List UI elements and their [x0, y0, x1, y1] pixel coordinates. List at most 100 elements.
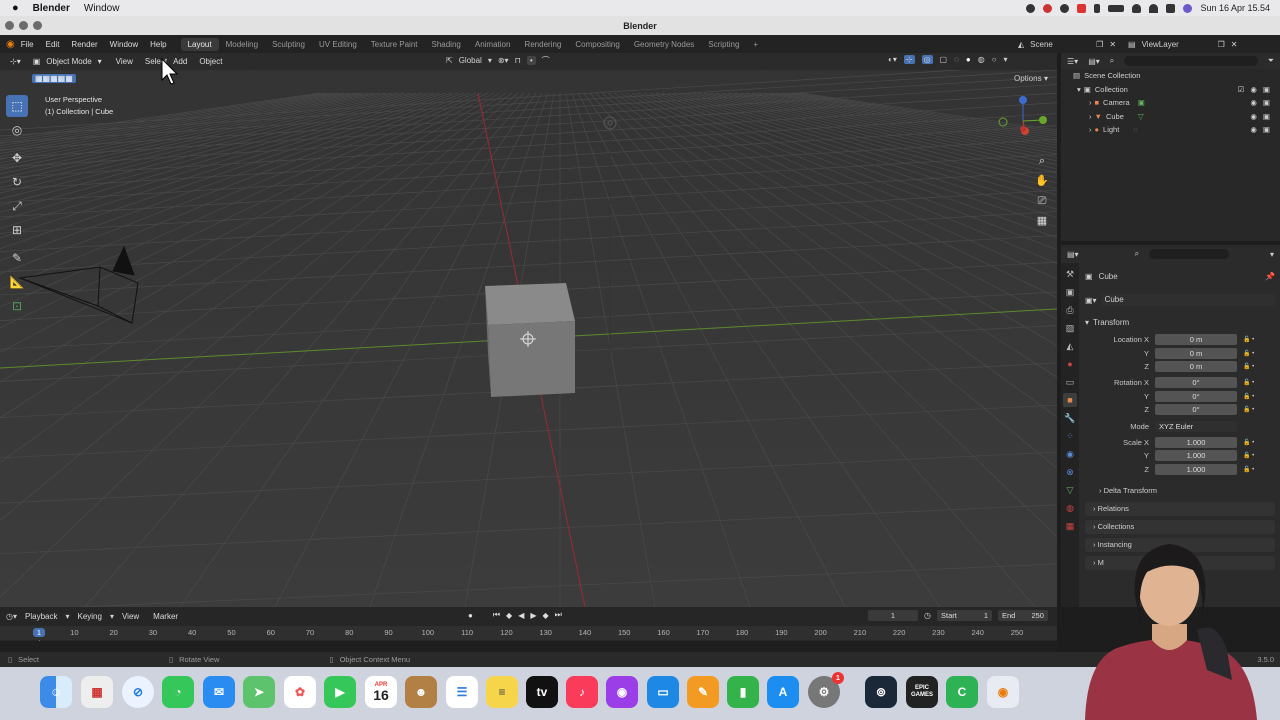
- tree-item-light[interactable]: › ● Light ◌ ◉ ▣: [1073, 123, 1280, 137]
- tab-rendering[interactable]: Rendering: [517, 38, 568, 51]
- timeline-menu-marker[interactable]: Marker: [147, 611, 184, 622]
- timeline-track[interactable]: [0, 641, 1057, 652]
- bluetooth-icon[interactable]: [1094, 3, 1101, 13]
- app-menu-name[interactable]: Blender: [33, 3, 70, 14]
- tree-item-camera[interactable]: › ■ Camera ▣ ◉ ▣: [1073, 96, 1280, 110]
- transform-value-field[interactable]: 0°: [1155, 390, 1237, 402]
- lock-icon[interactable]: 🔓 •: [1243, 350, 1254, 357]
- pages-icon[interactable]: ✎: [687, 676, 719, 708]
- output-tab-icon[interactable]: ⎙: [1063, 303, 1077, 317]
- expand-icon[interactable]: ›: [1089, 110, 1092, 124]
- new-scene-icon[interactable]: ❐: [1096, 40, 1103, 49]
- object-tab-icon[interactable]: ■: [1063, 393, 1077, 407]
- xray-icon[interactable]: ▢: [940, 55, 948, 64]
- app-store-icon[interactable]: A: [767, 676, 799, 708]
- select-mode-icons[interactable]: ▦▦▦▦▦: [32, 73, 76, 83]
- chevron-down-icon[interactable]: ▾: [1270, 250, 1274, 259]
- viewlayer-name[interactable]: ViewLayer: [1142, 40, 1212, 49]
- camera-render-icon[interactable]: ▣: [1263, 110, 1270, 124]
- lock-icon[interactable]: 🔓 •: [1243, 406, 1254, 413]
- snap-icon[interactable]: ⊓: [515, 56, 521, 65]
- transform-value-field[interactable]: 0°: [1155, 404, 1237, 416]
- apple-tv-icon[interactable]: tv: [526, 676, 558, 708]
- eye-icon[interactable]: ◉: [1250, 83, 1257, 97]
- scale-icon[interactable]: ⤢: [6, 195, 28, 217]
- podcasts-icon[interactable]: ◉: [606, 676, 638, 708]
- numbers-icon[interactable]: ▮: [727, 676, 759, 708]
- panel-section-header[interactable]: › Delta Transform: [1085, 484, 1275, 498]
- wireframe-shading-icon[interactable]: ◌: [954, 55, 959, 64]
- orientation-dropdown[interactable]: Global: [459, 56, 482, 65]
- display-mode-icon[interactable]: ▤▾: [1088, 57, 1100, 66]
- blender-logo-icon[interactable]: ◉: [6, 39, 15, 50]
- lock-icon[interactable]: 🔓 •: [1243, 336, 1254, 343]
- navigation-gizmo[interactable]: [995, 93, 1050, 143]
- transform-value-field[interactable]: 0 m: [1155, 360, 1237, 372]
- expand-icon[interactable]: ›: [1089, 123, 1092, 137]
- pivot-icon[interactable]: ⊗▾: [498, 56, 509, 65]
- viewport-menu-view[interactable]: View: [110, 56, 139, 67]
- object-type-icon[interactable]: ▣▾: [1085, 296, 1097, 305]
- constraints-tab-icon[interactable]: ⊗: [1063, 465, 1077, 479]
- rotate-icon[interactable]: ↻: [6, 171, 28, 193]
- lock-icon[interactable]: 🔓 •: [1243, 363, 1254, 370]
- timeline-menu-playback[interactable]: Playback: [19, 611, 63, 622]
- hand-pan-icon[interactable]: ✋: [1034, 171, 1050, 191]
- menu-file[interactable]: File: [15, 40, 40, 49]
- eye-icon[interactable]: ◉: [1250, 123, 1257, 137]
- gitmind-icon[interactable]: C: [946, 676, 978, 708]
- safari-icon[interactable]: ⊘: [122, 676, 154, 708]
- tab-compositing[interactable]: Compositing: [568, 38, 626, 51]
- perspective-toggle-icon[interactable]: ▦: [1034, 211, 1050, 231]
- eye-icon[interactable]: ◉: [1250, 96, 1257, 110]
- headphones-icon[interactable]: [1132, 3, 1142, 13]
- camera-render-icon[interactable]: ▣: [1263, 96, 1270, 110]
- properties-editor-icon[interactable]: ▤▾: [1067, 250, 1079, 259]
- tab-geometry-nodes[interactable]: Geometry Nodes: [627, 38, 701, 51]
- overlay-icon[interactable]: ◎: [921, 55, 933, 64]
- facetime-icon[interactable]: ▶: [324, 676, 356, 708]
- object-name-field[interactable]: Cube: [1100, 294, 1275, 306]
- messages-icon[interactable]: ◔: [162, 676, 194, 708]
- tab-layout[interactable]: Layout: [180, 37, 219, 51]
- record-icon[interactable]: [1043, 3, 1053, 13]
- recording-stop-icon[interactable]: [1077, 3, 1087, 13]
- next-keyframe-icon[interactable]: ◆: [543, 611, 549, 620]
- 3d-viewport[interactable]: ⊹▾ ▣ Object Mode ▾ View Select Add Objec…: [0, 53, 1057, 607]
- editor-type-icon[interactable]: ⊹▾: [4, 56, 27, 67]
- physics-tab-icon[interactable]: ◉: [1063, 447, 1077, 461]
- lock-icon[interactable]: 🔓 •: [1243, 393, 1254, 400]
- world-tab-icon[interactable]: ●: [1063, 357, 1077, 371]
- proportional-edit-icon[interactable]: •: [526, 56, 536, 65]
- timeline-editor-icon[interactable]: ◷▾: [6, 612, 17, 621]
- outliner-search-input[interactable]: [1124, 56, 1258, 66]
- music-icon[interactable]: ♪: [566, 676, 598, 708]
- new-viewlayer-icon[interactable]: ❐: [1218, 40, 1225, 49]
- transform-icon[interactable]: ⊞: [6, 219, 28, 241]
- view-layer-tab-icon[interactable]: ▨: [1063, 321, 1077, 335]
- battery-icon[interactable]: [1108, 4, 1125, 12]
- tree-collection[interactable]: ▾ ▣ Collection ☑ ◉ ▣: [1073, 83, 1280, 97]
- transform-value-field[interactable]: 0°: [1155, 377, 1237, 389]
- calendar-icon[interactable]: APR 16: [365, 676, 397, 708]
- camera-render-icon[interactable]: ▣: [1263, 123, 1270, 137]
- screen-record-icon[interactable]: [1060, 3, 1070, 13]
- options-dropdown[interactable]: Options: [1014, 74, 1042, 83]
- visibility-icon[interactable]: ◐▾: [888, 55, 897, 64]
- apple-icon[interactable]: ●: [12, 2, 19, 14]
- filter-icon[interactable]: ⏷: [1268, 56, 1274, 66]
- menu-window[interactable]: Window: [84, 3, 120, 14]
- camera-render-icon[interactable]: ▣: [1263, 83, 1270, 97]
- launchpad-icon[interactable]: ▦: [81, 676, 113, 708]
- end-frame-field[interactable]: End 250: [997, 610, 1048, 621]
- camera-view-icon[interactable]: ⎚: [1034, 191, 1050, 211]
- shading-options-icon[interactable]: ▾: [1004, 55, 1008, 64]
- epic-games-icon[interactable]: EPIC GAMES: [906, 676, 938, 708]
- photos-icon[interactable]: ✿: [284, 676, 316, 708]
- delete-viewlayer-icon[interactable]: ✕: [1231, 40, 1238, 49]
- viewport-menu-object[interactable]: Object: [193, 56, 228, 67]
- menu-window[interactable]: Window: [104, 40, 144, 49]
- current-frame-field[interactable]: 1: [868, 610, 918, 621]
- add-workspace-button[interactable]: +: [746, 38, 765, 51]
- mail-icon[interactable]: ✉: [203, 676, 235, 708]
